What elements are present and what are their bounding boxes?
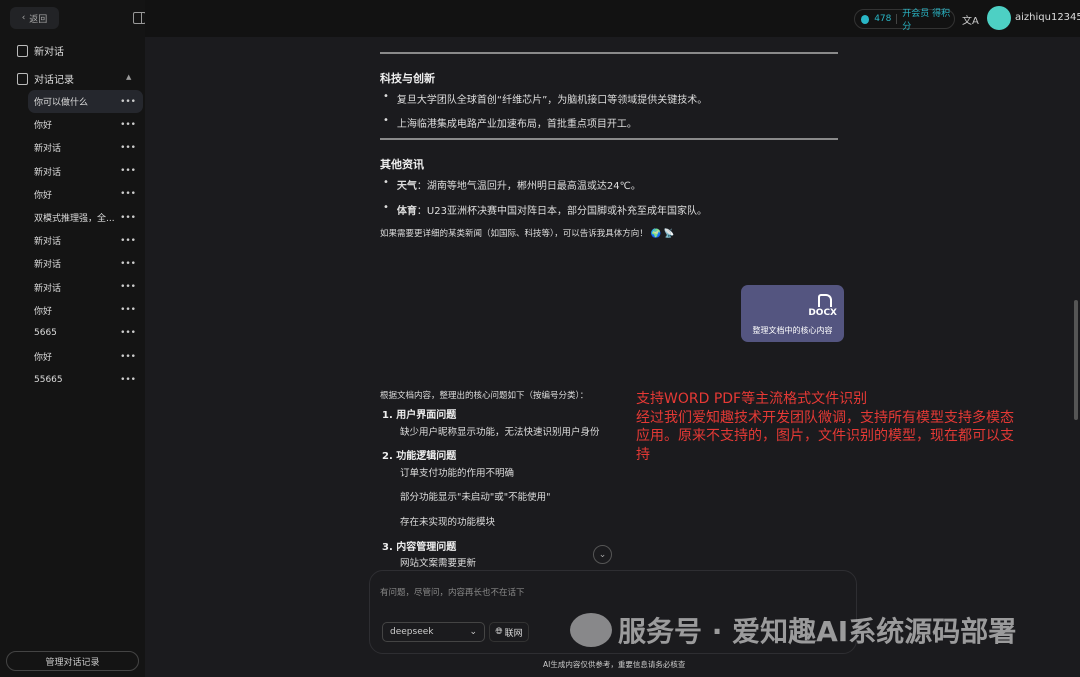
file-icon — [818, 294, 832, 307]
history-item[interactable]: 你好 ••• — [28, 299, 143, 322]
answer-heading: 3. 内容管理问题 — [382, 542, 457, 553]
document-icon — [17, 72, 28, 85]
annotation-line: 支持WORD PDF等主流格式文件识别 — [636, 391, 868, 407]
history-item[interactable]: 新对话 ••• — [28, 229, 143, 252]
answer-intro: 根据文档内容，整理出的核心问题如下（按编号分类）： — [380, 391, 589, 401]
more-icon[interactable]: ••• — [120, 120, 136, 130]
more-icon[interactable]: ••• — [120, 305, 136, 315]
more-icon[interactable]: ••• — [120, 352, 136, 362]
docx-attachment[interactable]: DOCX 整理文档中的核心内容 — [741, 285, 844, 342]
history-item[interactable]: 5665 ••• — [28, 322, 143, 345]
answer-heading: 1. 用户界面问题 — [382, 410, 457, 421]
divider — [380, 138, 838, 140]
history-item-label: 新对话 — [34, 237, 62, 248]
more-icon[interactable]: ••• — [120, 166, 136, 176]
more-icon[interactable]: ••• — [120, 282, 136, 292]
avatar[interactable] — [987, 6, 1011, 30]
history-item-label: 你好 — [34, 190, 53, 201]
section-heading: 其他资讯 — [380, 158, 424, 171]
history-item-label: 双模式推理强，全... — [34, 214, 115, 225]
history-item[interactable]: 你好 ••• — [28, 345, 143, 368]
scrollbar[interactable] — [1074, 300, 1078, 420]
disclaimer: AI生成内容仅供参考，重要信息请务必核查 — [543, 660, 686, 669]
answer-item: 存在未实现的功能模块 — [400, 517, 496, 528]
new-chat-button[interactable]: 新对话 — [17, 43, 64, 58]
manage-history-button[interactable]: 管理对话记录 — [6, 651, 139, 671]
history-item-label: 新对话 — [34, 144, 62, 155]
history-item-label: 你好 — [34, 121, 53, 132]
answer-item: 部分功能显示"未启动"或"不能使用" — [400, 492, 551, 503]
sidebar: ‹ 返回 新对话 对话记录 ▲ 你可以做什么 ••• 你好 ••• 新对话 ••• 新对话 ••… — [0, 0, 146, 677]
history-item[interactable]: 你好 ••• — [28, 113, 143, 136]
history-item[interactable]: 新对话 ••• — [28, 136, 143, 159]
divider — [896, 14, 898, 24]
history-item-label: 你好 — [34, 353, 53, 364]
web-search-toggle[interactable]: 🌐︎ 联网 — [489, 622, 529, 642]
scroll-down-button[interactable]: ⌄ — [593, 545, 612, 564]
attachment-label: 整理文档中的核心内容 — [752, 326, 833, 335]
points-badge[interactable]: 478 开会员 得积分 — [854, 9, 955, 32]
more-icon[interactable]: ••• — [120, 259, 136, 269]
answer-item: 订单支付功能的作用不明确 — [400, 468, 515, 479]
history-item[interactable]: 55665 ••• — [28, 368, 143, 391]
history-item-label: 你好 — [34, 306, 53, 317]
watermark: 服务号 · 爱知趣AI系统源码部署 — [570, 610, 1016, 650]
translate-icon[interactable]: 文A — [962, 12, 979, 27]
history-list: 你可以做什么 ••• 你好 ••• 新对话 ••• 新对话 ••• 你好 ••• 双模式推理强，全.… — [28, 90, 143, 391]
message-footer: 如果需要更详细的某类新闻（如国际、科技等），可以告诉我具体方向！ 🌍 📡 — [380, 229, 675, 239]
history-item[interactable]: 新对话 ••• — [28, 252, 143, 275]
chevron-left-icon: ‹ — [21, 13, 26, 23]
points-icon — [861, 14, 870, 24]
chat-input[interactable]: 有问题，尽管问，内容再长也不在话下 — [380, 586, 525, 598]
list-item: 体育：U23亚洲杯决赛中国对阵日本，部分国脚或补充至成年国家队。 — [383, 202, 843, 217]
history-item-label: 新对话 — [34, 167, 62, 178]
divider — [380, 52, 838, 54]
more-icon[interactable]: ••• — [120, 143, 136, 153]
answer-heading: 2. 功能逻辑问题 — [382, 451, 457, 462]
list-item: 上海临港集成电路产业加速布局，首批重点项目开工。 — [383, 115, 843, 130]
model-select[interactable]: deepseek ⌄ — [382, 622, 485, 642]
list-item: 天气：湖南等地气温回升，郴州明日最高温或达24℃。 — [383, 177, 843, 192]
history-toggle[interactable]: 对话记录 — [17, 71, 74, 86]
more-icon[interactable]: ••• — [120, 375, 136, 385]
globe-icon: 🌐︎ — [495, 627, 503, 637]
file-extension: DOCX — [808, 308, 837, 318]
history-item-label: 新对话 — [34, 260, 62, 271]
history-item[interactable]: 新对话 ••• — [28, 276, 143, 299]
history-item-label: 55665 — [34, 374, 63, 385]
history-item-label: 你可以做什么 — [34, 98, 89, 109]
history-item[interactable]: 你好 ••• — [28, 183, 143, 206]
section-heading: 科技与创新 — [380, 72, 435, 85]
history-item[interactable]: 双模式推理强，全... ••• — [28, 206, 143, 229]
history-item-label: 5665 — [34, 328, 57, 339]
annotation-text: 支持WORD PDF等主流格式文件识别经过我们爱知趣技术开发团队微调，支持所有模… — [636, 390, 1016, 464]
history-item[interactable]: 你可以做什么 ••• — [28, 90, 143, 114]
more-icon[interactable]: ••• — [120, 328, 136, 338]
more-icon[interactable]: ••• — [120, 236, 136, 246]
chevron-down-icon: ⌄ — [469, 627, 477, 637]
more-icon[interactable]: ••• — [120, 189, 136, 199]
username[interactable]: aizhiqu123456 — [1015, 12, 1080, 23]
annotation-line: 经过我们爱知趣技术开发团队微调，支持所有模型支持多模态应用。原来不支持的，图片，… — [636, 409, 1014, 463]
answer-item: 缺少用户昵称显示功能，无法快速识别用户身份 — [400, 427, 600, 438]
wechat-icon — [570, 613, 612, 647]
more-icon[interactable]: ••• — [120, 213, 136, 223]
history-item[interactable]: 新对话 ••• — [28, 160, 143, 183]
edit-icon — [17, 44, 28, 57]
more-icon[interactable]: ••• — [120, 97, 136, 107]
history-item-label: 新对话 — [34, 283, 62, 294]
list-item: 复旦大学团队全球首创“纤维芯片”，为脑机接口等领域提供关键技术。 — [383, 91, 843, 106]
back-button[interactable]: ‹ 返回 — [10, 7, 59, 29]
caret-up-icon[interactable]: ▲ — [126, 73, 131, 81]
answer-item: 网站文案需要更新 — [400, 558, 477, 569]
